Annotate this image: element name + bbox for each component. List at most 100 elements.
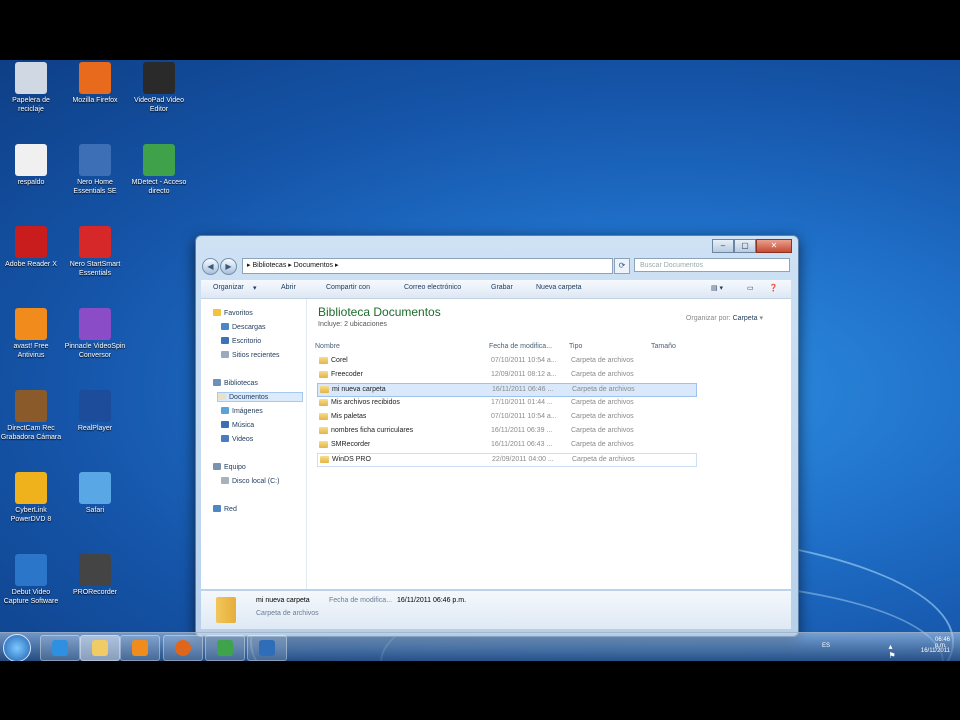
file-row[interactable]: SMRecorder 16/11/2011 06:43 ... Carpeta de…: [317, 439, 695, 451]
taskbar-app[interactable]: [205, 635, 245, 661]
folder-icon: [320, 386, 329, 393]
downloads-icon: [221, 323, 229, 330]
desktop-icon-12[interactable]: CyberLink PowerDVD 8: [0, 472, 62, 524]
file-row[interactable]: nombres ficha curriculares 16/11/2011 06:…: [317, 425, 695, 437]
back-button[interactable]: ◀: [202, 258, 219, 275]
breadcrumb-libraries[interactable]: Bibliotecas: [252, 262, 286, 269]
desktop-icon-6[interactable]: Adobe Reader X: [0, 226, 62, 269]
file-type: Carpeta de archivos: [571, 399, 634, 406]
explorer-window[interactable]: – ▢ ✕ ◀ ▶ ▸ Bibliotecas ▸ Documentos ▸ ⟳…: [195, 235, 799, 637]
taskbar-ie[interactable]: [40, 635, 80, 661]
file-name: Mis paletas: [331, 413, 367, 420]
nav-favorites[interactable]: Favoritos: [213, 309, 253, 317]
nav-local-disk[interactable]: Disco local (C:): [221, 477, 279, 485]
nav-documents[interactable]: Documentos: [217, 392, 303, 402]
burn-button[interactable]: Grabar: [491, 284, 513, 291]
file-row[interactable]: Freecoder 12/09/2011 08:12 a... Carpeta de…: [317, 369, 695, 381]
language-indicator[interactable]: ES: [822, 643, 830, 649]
nav-network[interactable]: Red: [213, 505, 237, 513]
file-row[interactable]: Corel 07/10/2011 10:54 a... Carpeta de arc…: [317, 355, 695, 367]
shortcut-icon: [15, 554, 47, 586]
desktop-icon-5[interactable]: MDetect - Acceso directo: [128, 144, 190, 196]
help-icon[interactable]: ❓: [769, 284, 778, 292]
refresh-button[interactable]: ⟳: [614, 258, 630, 274]
close-button[interactable]: ✕: [756, 239, 792, 253]
navigation-bar: ◀ ▶ ▸ Bibliotecas ▸ Documentos ▸ ⟳ Busca…: [202, 258, 792, 276]
desktop-icon-11[interactable]: RealPlayer: [64, 390, 126, 433]
tray-icons[interactable]: ▴ ⚑ ▭ ◑ ♪: [888, 642, 896, 661]
shortcut-icon: [15, 308, 47, 340]
desktop-icon-15[interactable]: PRORecorder: [64, 554, 126, 597]
forward-button[interactable]: ▶: [220, 258, 237, 275]
taskbar-recorder[interactable]: [247, 635, 287, 661]
shortcut-icon: [79, 226, 111, 258]
shortcut-icon: [79, 390, 111, 422]
desktop[interactable]: Papelera de reciclaje Mozilla Firefox Vide…: [0, 60, 960, 661]
library-locations[interactable]: Incluye: 2 ubicaciones: [318, 321, 387, 328]
nav-recent[interactable]: Sitios recientes: [221, 351, 279, 359]
details-type: Carpeta de archivos: [256, 610, 319, 617]
folder-icon: [319, 357, 328, 364]
column-name[interactable]: Nombre: [315, 343, 340, 350]
minimize-button[interactable]: –: [712, 239, 734, 253]
nav-computer[interactable]: Equipo: [213, 463, 246, 471]
desktop-icon-3[interactable]: respaldo: [0, 144, 62, 187]
file-date: 16/11/2011 06:39 ...: [491, 427, 553, 434]
file-type: Carpeta de archivos: [571, 357, 634, 364]
navigation-pane: Favoritos Descargas Escritorio Sitios re…: [201, 299, 307, 589]
nav-downloads[interactable]: Descargas: [221, 323, 265, 331]
column-type[interactable]: Tipo: [569, 343, 582, 350]
organize-button[interactable]: Organizar: [213, 284, 244, 291]
column-date[interactable]: Fecha de modifica...: [489, 343, 552, 350]
email-button[interactable]: Correo electrónico: [404, 284, 461, 291]
desktop-icon-10[interactable]: DirectCam Rec Grabadora Cámara: [0, 390, 62, 442]
nav-music[interactable]: Música: [221, 421, 254, 429]
nav-desktop[interactable]: Escritorio: [221, 337, 261, 345]
file-row[interactable]: Mis archivos recibidos 17/10/2011 01:44 .…: [317, 397, 695, 409]
file-type: Carpeta de archivos: [572, 386, 635, 393]
desktop-icon-1[interactable]: Mozilla Firefox: [64, 62, 126, 105]
desktop-icon-9[interactable]: Pinnacle VideoSpin Conversor: [64, 308, 126, 360]
start-button[interactable]: [3, 634, 31, 661]
desktop-icon-14[interactable]: Debut Video Capture Software: [0, 554, 62, 606]
file-row[interactable]: WinDS PRO 22/09/2011 04:00 ... Carpeta de …: [317, 453, 697, 467]
shortcut-icon: [79, 144, 111, 176]
nav-libraries[interactable]: Bibliotecas: [213, 379, 258, 387]
desktop-icon-0[interactable]: Papelera de reciclaje: [0, 62, 62, 114]
desktop-icon-7[interactable]: Nero StartSmart Essentials: [64, 226, 126, 278]
file-name: mi nueva carpeta: [332, 386, 386, 393]
taskbar-media[interactable]: [120, 635, 160, 661]
file-date: 07/10/2011 10:54 a...: [491, 357, 557, 364]
shortcut-icon: [79, 472, 111, 504]
taskbar-explorer[interactable]: [80, 635, 120, 661]
desktop-icon-4[interactable]: Nero Home Essentials SE: [64, 144, 126, 196]
file-row[interactable]: mi nueva carpeta 16/11/2011 06:46 ... Carp…: [317, 383, 697, 397]
firefox-icon: [175, 640, 191, 656]
details-date-label: Fecha de modifica...: [329, 597, 393, 604]
nav-videos[interactable]: Videos: [221, 435, 253, 443]
clock-date[interactable]: 16/11/2011: [921, 648, 950, 654]
desktop-icon-13[interactable]: Safari: [64, 472, 126, 515]
share-button[interactable]: Compartir con: [326, 284, 370, 291]
breadcrumb-documents[interactable]: Documentos: [294, 262, 333, 269]
maximize-button[interactable]: ▢: [734, 239, 756, 253]
file-row[interactable]: Mis paletas 07/10/2011 10:54 a... Carpeta …: [317, 411, 695, 423]
preview-pane-icon[interactable]: ▭: [747, 284, 754, 292]
address-bar[interactable]: ▸ Bibliotecas ▸ Documentos ▸: [242, 258, 613, 274]
desktop-icon-label: VideoPad Video Editor: [134, 97, 184, 113]
new-folder-button[interactable]: Nueva carpeta: [536, 284, 582, 291]
file-date: 16/11/2011 06:46 ...: [492, 386, 554, 393]
taskbar-firefox[interactable]: [163, 635, 203, 661]
shortcut-icon: [79, 554, 111, 586]
desktop-icon-2[interactable]: VideoPad Video Editor: [128, 62, 190, 114]
column-size[interactable]: Tamaño: [651, 343, 676, 350]
view-options-icon[interactable]: ▤ ▾: [711, 284, 723, 292]
file-date: 16/11/2011 06:43 ...: [491, 441, 553, 448]
images-icon: [221, 407, 229, 414]
open-button[interactable]: Abrir: [281, 284, 296, 291]
chevron-down-icon[interactable]: ▾: [253, 284, 257, 292]
desktop-icon-8[interactable]: avast! Free Antivirus: [0, 308, 62, 360]
arrange-by[interactable]: Organizar por: Carpeta ▾: [686, 314, 763, 322]
search-input[interactable]: Buscar Documentos: [634, 258, 790, 272]
nav-images[interactable]: Imágenes: [221, 407, 263, 415]
